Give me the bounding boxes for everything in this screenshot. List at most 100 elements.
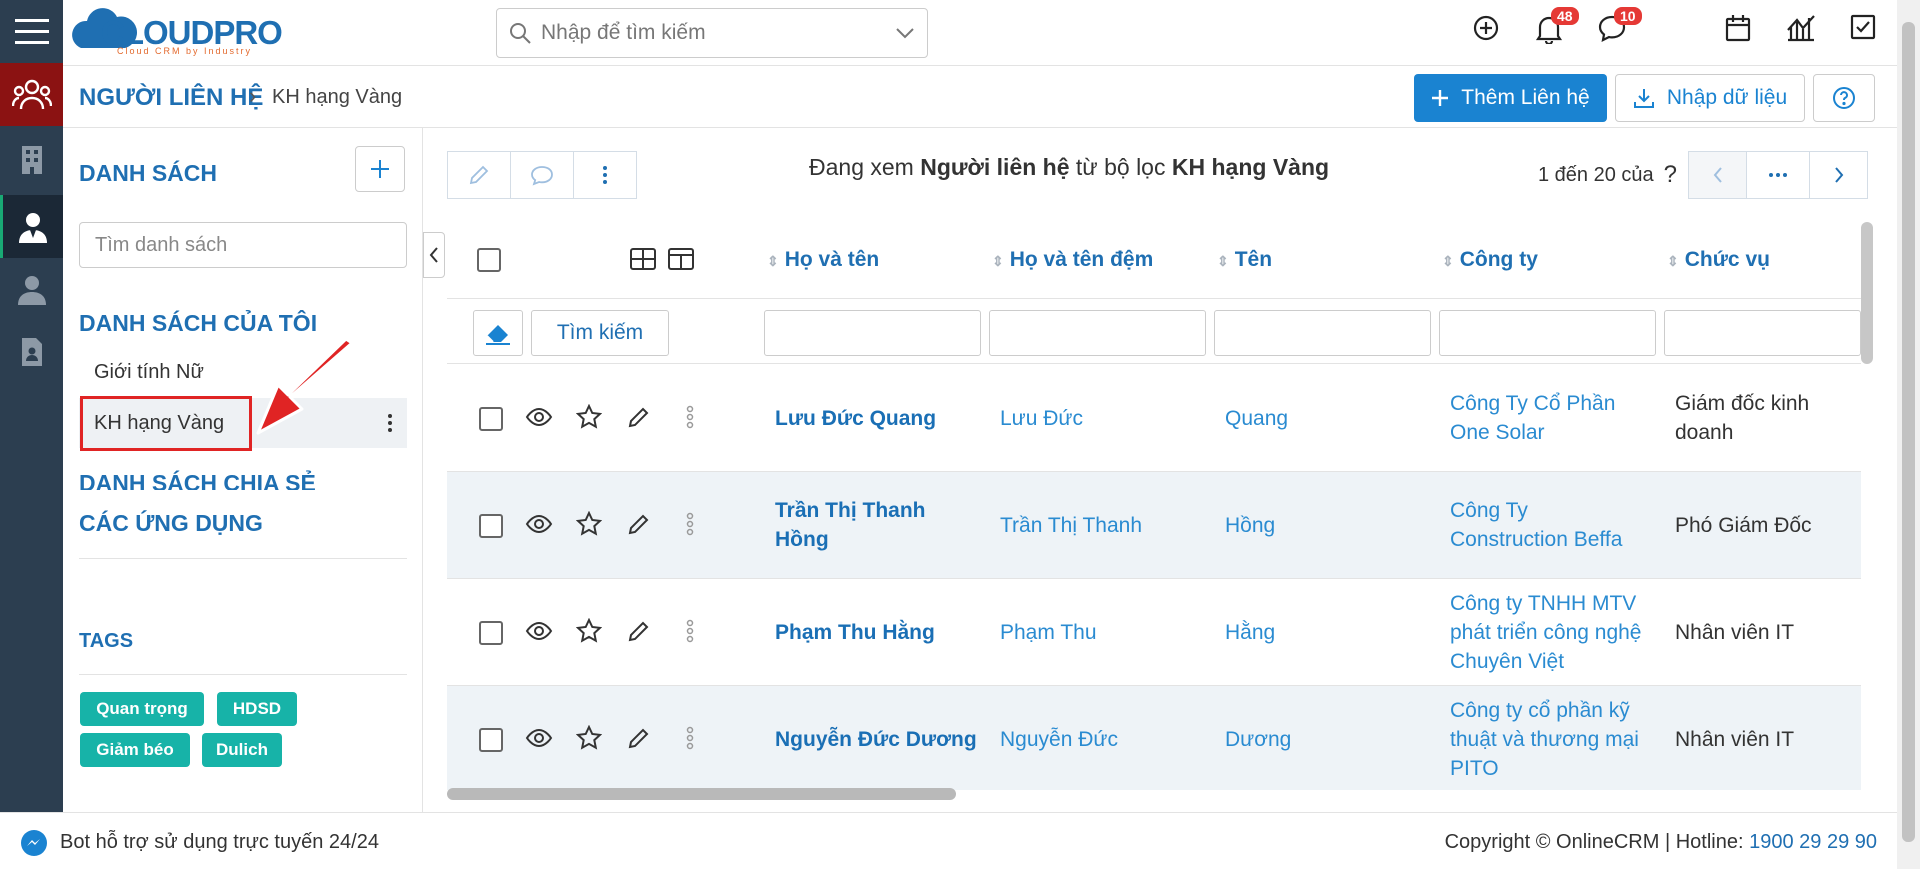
- more-vertical-icon[interactable]: [686, 726, 694, 750]
- cell-middle-name[interactable]: Trần Thị Thanh: [1000, 511, 1200, 540]
- collapse-sidebar-button[interactable]: [423, 232, 445, 278]
- rail-contact-person-icon[interactable]: [0, 195, 63, 258]
- row-checkbox[interactable]: [479, 407, 503, 431]
- pencil-icon[interactable]: [627, 619, 651, 643]
- list-item-gioi-tinh-nu[interactable]: Giới tính Nữ: [79, 347, 407, 397]
- import-data-button[interactable]: Nhập dữ liệu: [1615, 74, 1805, 122]
- table-row[interactable]: Lưu Đức Quang Lưu Đức Quang Công Ty Cổ P…: [447, 365, 1861, 472]
- grid-layout-icon[interactable]: [629, 247, 657, 271]
- more-vertical-icon[interactable]: [686, 512, 694, 536]
- cell-first-name[interactable]: Dương: [1225, 725, 1425, 754]
- row-checkbox[interactable]: [479, 728, 503, 752]
- cell-full-name[interactable]: Nguyễn Đức Dương: [775, 725, 985, 754]
- pencil-icon[interactable]: [627, 405, 651, 429]
- column-company[interactable]: ⇕ Công ty: [1442, 248, 1538, 272]
- help-button[interactable]: [1813, 74, 1875, 122]
- reports-chart-icon[interactable]: [1786, 14, 1816, 48]
- table-row[interactable]: Phạm Thu Hằng Phạm Thu Hằng Công ty TNHH…: [447, 579, 1861, 686]
- rail-user-icon[interactable]: [0, 258, 63, 321]
- page-more-button[interactable]: [1746, 151, 1811, 199]
- hotline-link[interactable]: 1900 29 29 90: [1749, 831, 1877, 853]
- next-page-button[interactable]: [1809, 151, 1869, 199]
- cell-first-name[interactable]: Hồng: [1225, 511, 1425, 540]
- hamburger-menu-icon[interactable]: [0, 0, 63, 63]
- tag-dulich[interactable]: Dulich: [202, 733, 282, 767]
- cell-company[interactable]: Công Ty Cổ Phần One Solar: [1450, 389, 1650, 447]
- tag-hdsd[interactable]: HDSD: [217, 692, 297, 726]
- eye-icon[interactable]: [525, 728, 553, 748]
- breadcrumb-module[interactable]: NGƯỜI LIÊN HỆ: [79, 84, 263, 112]
- row-checkbox[interactable]: [479, 621, 503, 645]
- messages-chat-icon[interactable]: 10: [1598, 7, 1642, 48]
- star-icon[interactable]: [576, 725, 602, 751]
- table-vertical-scrollbar[interactable]: [1861, 222, 1873, 364]
- cell-first-name[interactable]: Quang: [1225, 404, 1425, 433]
- cell-company[interactable]: Công ty TNHH MTV phát triển công nghệ Ch…: [1450, 589, 1650, 676]
- edit-button[interactable]: [447, 151, 511, 199]
- cell-company[interactable]: Công Ty Construction Beffa: [1450, 496, 1650, 554]
- cell-first-name[interactable]: Hằng: [1225, 618, 1425, 647]
- search-filter-button[interactable]: Tìm kiếm: [531, 310, 669, 356]
- row-checkbox[interactable]: [479, 514, 503, 538]
- filter-company-input[interactable]: [1439, 310, 1656, 356]
- global-search[interactable]: Nhập để tìm kiếm: [496, 8, 928, 58]
- pencil-icon[interactable]: [627, 726, 651, 750]
- eye-icon[interactable]: [525, 514, 553, 534]
- bot-support-text[interactable]: Bot hỗ trợ sử dụng trực tuyến 24/24: [60, 831, 379, 854]
- rail-document-icon[interactable]: [0, 320, 63, 383]
- more-actions-button[interactable]: [573, 151, 637, 199]
- viewing-module: Người liên hệ: [920, 154, 1070, 180]
- cell-middle-name[interactable]: Phạm Thu: [1000, 618, 1200, 647]
- rail-building-icon[interactable]: [0, 128, 63, 191]
- filter-job-title-input[interactable]: [1664, 310, 1861, 356]
- chevron-down-icon[interactable]: [895, 27, 915, 39]
- column-first-name[interactable]: ⇕ Tên: [1217, 248, 1272, 272]
- page-scroll-thumb[interactable]: [1902, 22, 1915, 842]
- select-all-checkbox[interactable]: [477, 248, 501, 272]
- tasks-checkbox-icon[interactable]: [1850, 14, 1876, 46]
- tag-quan-trong[interactable]: Quan trọng: [80, 692, 204, 726]
- tag-giam-beo[interactable]: Giảm béo: [80, 733, 190, 767]
- more-vertical-icon[interactable]: [686, 405, 694, 429]
- filter-full-name-input[interactable]: [764, 310, 981, 356]
- notifications-bell-icon[interactable]: 48: [1535, 7, 1579, 50]
- columns-layout-icon[interactable]: [667, 247, 695, 271]
- filter-first-name-input[interactable]: [1214, 310, 1431, 356]
- cell-full-name[interactable]: Lưu Đức Quang: [775, 404, 975, 433]
- comment-button[interactable]: [510, 151, 574, 199]
- cell-middle-name[interactable]: Nguyễn Đức: [1000, 725, 1200, 754]
- rail-contacts-group-icon[interactable]: [0, 63, 63, 126]
- more-vertical-icon[interactable]: [686, 619, 694, 643]
- filter-middle-name-input[interactable]: [989, 310, 1206, 356]
- add-list-button[interactable]: [355, 146, 405, 192]
- star-icon[interactable]: [576, 618, 602, 644]
- eye-icon[interactable]: [525, 621, 553, 641]
- pencil-icon[interactable]: [627, 512, 651, 536]
- eye-icon[interactable]: [525, 407, 553, 427]
- cell-middle-name[interactable]: Lưu Đức: [1000, 404, 1200, 433]
- column-full-name[interactable]: ⇕ Họ và tên: [767, 248, 879, 272]
- star-icon[interactable]: [576, 404, 602, 430]
- cell-full-name[interactable]: Trần Thị Thanh Hồng: [775, 496, 935, 554]
- column-job-title[interactable]: ⇕ Chức vụ: [1667, 248, 1770, 272]
- page-vertical-scrollbar[interactable]: [1897, 0, 1920, 869]
- add-contact-button[interactable]: Thêm Liên hệ: [1414, 74, 1607, 122]
- cell-full-name[interactable]: Phạm Thu Hằng: [775, 618, 975, 647]
- star-icon[interactable]: [576, 511, 602, 537]
- table-row[interactable]: Trần Thị Thanh Hồng Trần Thị Thanh Hồng …: [447, 472, 1861, 579]
- divider: [79, 558, 407, 559]
- calendar-icon[interactable]: [1725, 14, 1751, 48]
- column-middle-name[interactable]: ⇕ Họ và tên đệm: [992, 248, 1153, 272]
- pager-total-unknown[interactable]: ?: [1664, 161, 1677, 189]
- messenger-icon[interactable]: [20, 829, 48, 857]
- table-row[interactable]: Nguyễn Đức Dương Nguyễn Đức Dương Công t…: [447, 686, 1861, 790]
- add-circle-icon[interactable]: [1472, 14, 1500, 48]
- cell-job-title: Phó Giám Đốc: [1675, 514, 1812, 537]
- cloudpro-logo[interactable]: CLOUDPRO Cloud CRM by Industry: [71, 6, 311, 56]
- prev-page-button[interactable]: [1688, 151, 1748, 199]
- list-search-input[interactable]: Tìm danh sách: [79, 222, 407, 268]
- table-horizontal-scrollbar[interactable]: [447, 788, 956, 800]
- cell-company[interactable]: Công ty cổ phần kỹ thuật và thương mại P…: [1450, 696, 1650, 783]
- clear-filter-button[interactable]: [473, 310, 523, 356]
- more-vertical-icon[interactable]: [387, 413, 393, 433]
